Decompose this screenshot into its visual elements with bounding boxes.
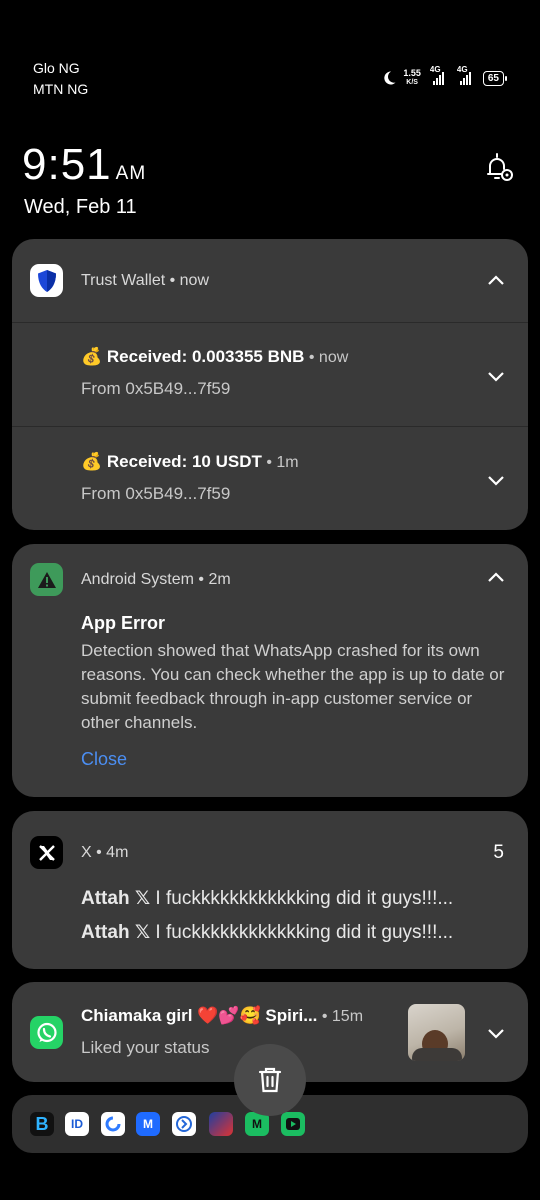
clock-ampm: AM [115,163,147,184]
notification-title: Received: 0.003355 BNB [106,347,305,366]
notification-row-usdt[interactable]: 💰 Received: 10 USDT • 1m [81,452,299,472]
clear-all-button[interactable] [234,1044,306,1116]
battery-level: 65 [482,70,504,86]
x-notification[interactable]: X • 4m 5 Attah 𝕏 I fuckkkkkkkkkkkking di… [12,811,528,969]
whatsapp-logo-icon [36,1022,57,1042]
status-icons: 1.55 K/S 4G 4G 65 [381,65,507,90]
chevron-down-icon[interactable] [486,1023,506,1043]
x-header: X • 4m [81,844,129,861]
notification-from: From 0x5B49...7f59 [81,379,231,398]
notification-row-bnb[interactable]: 💰 Received: 0.003355 BNB • now [81,347,348,367]
warning-icon [37,571,56,588]
notification-title: App Error [81,613,166,633]
close-button[interactable]: Close [81,749,127,770]
app-wallet-icon: ID [65,1112,89,1136]
signal-icon-2: 4G [457,65,471,85]
whatsapp-title: Chiamaka girl ❤️💕🥰 Spiri... [81,1006,318,1025]
date: Wed, Feb 11 [24,196,137,218]
whatsapp-message: Liked your status [81,1038,210,1057]
app-play-icon [281,1112,305,1136]
carrier-2: MTN NG [33,81,89,97]
x-app-icon [30,836,63,869]
trust-wallet-app-icon [30,264,63,297]
divider [12,322,528,323]
app-m-icon: M [136,1112,160,1136]
network-speed-value: 1.55 [403,68,421,78]
clock: 9:51 AM [22,140,146,190]
android-system-app-icon [30,563,63,596]
android-system-header: Android System • 2m [81,571,231,588]
chevron-up-icon[interactable] [486,568,506,588]
x-logo-icon [38,844,55,861]
trust-wallet-header: Trust Wallet • now [81,272,210,289]
app-game-icon [209,1112,233,1136]
notification-from: From 0x5B49...7f59 [81,484,231,503]
message-text: I fuckkkkkkkkkkkking did it guys!!!... [155,888,454,909]
network-type-2: 4G [456,65,468,74]
carrier-1: Glo NG [33,60,80,76]
battery-icon: 65 [482,70,507,86]
shield-icon [37,269,56,292]
x-message-1[interactable]: Attah 𝕏 I fuckkkkkkkkkkkking did it guys… [81,887,453,910]
message-text: I fuckkkkkkkkkkkking did it guys!!!... [155,922,454,943]
notification-time: 1m [276,454,299,471]
money-bag-icon: 💰 [81,452,103,471]
trust-wallet-header-time: now [179,272,210,289]
money-bag-icon: 💰 [81,347,103,366]
chevron-down-icon[interactable] [486,470,506,490]
x-app-name: X [81,844,92,861]
app-arrow-icon [172,1112,196,1136]
moon-icon [384,71,396,85]
network-speed: 1.55 K/S [403,69,421,87]
network-type-1: 4G [429,65,441,74]
status-thumbnail [408,1004,465,1061]
x-message-2[interactable]: Attah 𝕏 I fuckkkkkkkkkkkking did it guys… [81,921,453,944]
whatsapp-time: 15m [331,1008,364,1025]
app-refresh-icon [101,1112,125,1136]
whatsapp-app-icon [30,1016,63,1049]
notification-time: now [318,349,349,366]
trash-icon [258,1067,282,1093]
signal-icon-1: 4G [430,65,444,85]
message-sender: Attah 𝕏 [81,922,151,943]
notification-settings-icon[interactable] [482,150,516,184]
trust-wallet-notification-group[interactable]: Trust Wallet • now 💰 Received: 0.003355 … [12,239,528,530]
chevron-up-icon[interactable] [486,271,506,291]
trust-wallet-app-name: Trust Wallet [81,272,166,289]
android-system-app-name: Android System [81,571,194,588]
network-speed-unit: K/S [406,79,418,86]
notification-body: Detection showed that WhatsApp crashed f… [81,641,505,732]
message-sender: Attah 𝕏 [81,888,151,909]
whatsapp-header: Chiamaka girl ❤️💕🥰 Spiri... • 15m [81,1006,364,1025]
chevron-down-icon[interactable] [486,366,506,386]
app-b-icon: B [30,1112,54,1136]
android-system-time: 2m [208,571,231,588]
notification-title: Received: 10 USDT [106,452,262,471]
clock-time: 9:51 [22,140,112,189]
x-time: 4m [106,844,129,861]
notification-count: 5 [493,842,504,863]
android-system-notification[interactable]: Android System • 2m App Error Detection … [12,544,528,797]
divider [12,426,528,427]
